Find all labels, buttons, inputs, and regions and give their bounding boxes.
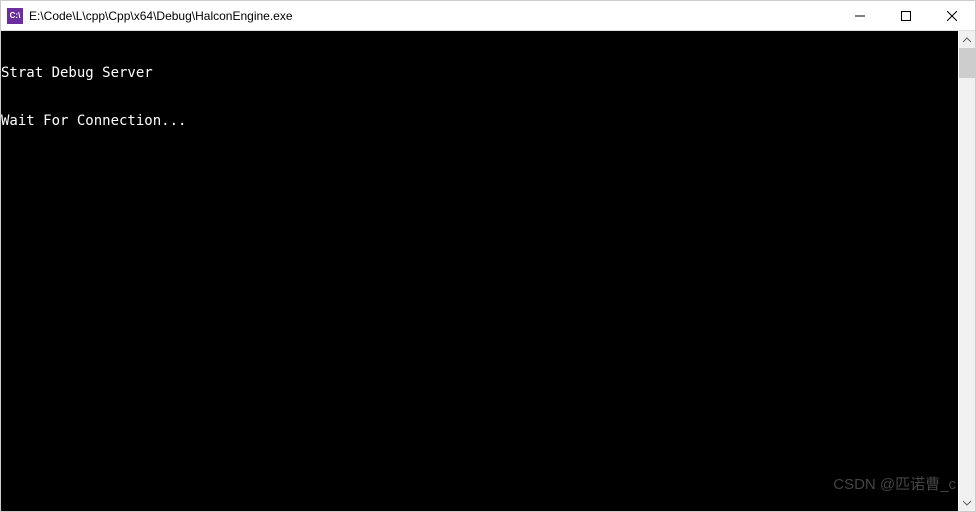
close-button[interactable]	[929, 1, 975, 30]
window-title: E:\Code\L\cpp\Cpp\x64\Debug\HalconEngine…	[29, 9, 837, 23]
vertical-scrollbar[interactable]	[958, 31, 975, 511]
scroll-up-button[interactable]	[959, 31, 975, 48]
titlebar[interactable]: C:\ E:\Code\L\cpp\Cpp\x64\Debug\HalconEn…	[1, 1, 975, 31]
console-line: Wait For Connection...	[1, 113, 958, 129]
minimize-button[interactable]	[837, 1, 883, 30]
app-icon-label: C:\	[10, 11, 21, 20]
console-area: Strat Debug Server Wait For Connection..…	[1, 31, 975, 511]
minimize-icon	[855, 11, 865, 21]
chevron-up-icon	[963, 36, 971, 44]
maximize-icon	[901, 11, 911, 21]
scroll-thumb[interactable]	[959, 48, 975, 78]
chevron-down-icon	[963, 499, 971, 507]
close-icon	[947, 11, 957, 21]
scroll-track[interactable]	[959, 48, 975, 494]
maximize-button[interactable]	[883, 1, 929, 30]
app-icon: C:\	[7, 8, 23, 24]
console-line: Strat Debug Server	[1, 65, 958, 81]
console-output[interactable]: Strat Debug Server Wait For Connection..…	[1, 31, 958, 511]
window-controls	[837, 1, 975, 30]
application-window: C:\ E:\Code\L\cpp\Cpp\x64\Debug\HalconEn…	[0, 0, 976, 512]
scroll-down-button[interactable]	[959, 494, 975, 511]
